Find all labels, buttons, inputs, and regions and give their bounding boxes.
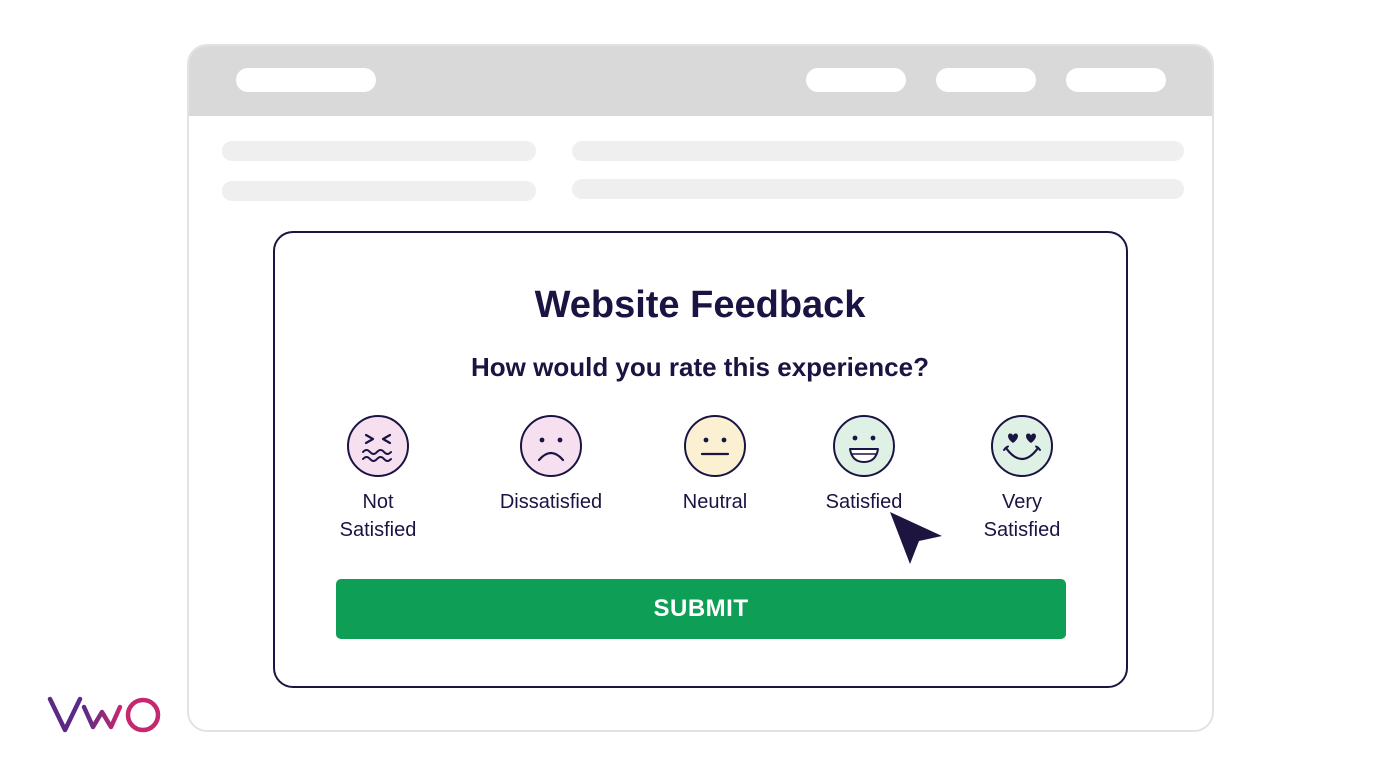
address-bar-placeholder — [236, 68, 376, 92]
grinning-face-icon — [833, 415, 895, 477]
submit-button[interactable]: SUBMIT — [336, 579, 1066, 639]
rating-option-label: Neutral — [682, 491, 748, 513]
nav-placeholder-2 — [936, 68, 1036, 92]
confounded-face-icon — [347, 415, 409, 477]
feedback-question: How would you rate this experience? — [471, 352, 929, 382]
neutral-face-icon — [684, 415, 746, 477]
rating-option-neutral[interactable]: Neutral — [635, 414, 795, 516]
frowning-face-icon — [520, 415, 582, 477]
feedback-title: Website Feedback — [534, 284, 866, 326]
rating-option-label: Dissatisfied — [499, 491, 603, 513]
content-skeleton-line — [222, 181, 536, 201]
mouse-pointer-icon — [890, 512, 942, 564]
rating-option-very-satisfied[interactable]: Very Satisfied — [942, 414, 1102, 544]
rating-option-dissatisfied[interactable]: Dissatisfied — [471, 414, 631, 516]
heart-eyes-face-icon — [991, 415, 1053, 477]
content-skeleton-line — [572, 179, 1184, 199]
vwo-logo — [47, 696, 161, 733]
content-skeleton-line — [572, 141, 1184, 161]
rating-option-satisfied[interactable]: Satisfied — [784, 414, 944, 516]
browser-toolbar — [189, 46, 1212, 116]
rating-option-label: Not Satisfied — [339, 491, 417, 541]
rating-option-not-satisfied[interactable]: Not Satisfied — [298, 414, 458, 544]
rating-option-label: Very Satisfied — [983, 491, 1061, 541]
nav-placeholder-3 — [1066, 68, 1166, 92]
content-skeleton-line — [222, 141, 536, 161]
nav-placeholder-1 — [806, 68, 906, 92]
